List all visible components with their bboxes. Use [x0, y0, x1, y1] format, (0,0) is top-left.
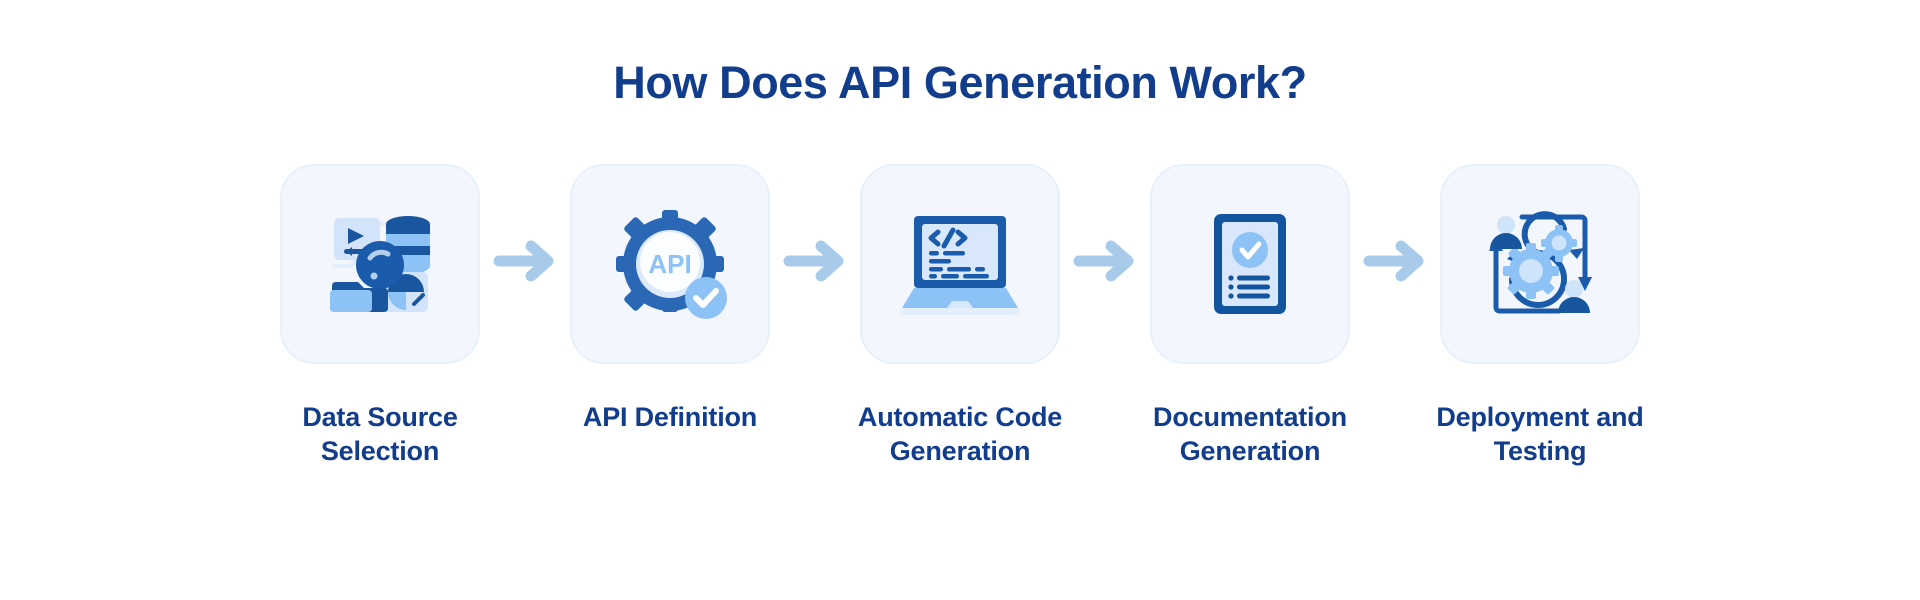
flow-step-documentation-generation[interactable]: Documentation Generation: [1150, 163, 1350, 469]
flow-connector-4: [1350, 164, 1440, 364]
flow-step-deployment-and-testing[interactable]: Deployment and Testing: [1436, 163, 1644, 469]
process-flow: Data Source Selection API API Definition…: [280, 163, 1644, 469]
flow-connector-3: [1060, 164, 1150, 364]
arrow-right-icon: [493, 237, 557, 290]
flow-connector-1: [480, 164, 570, 364]
flow-step-label-documentation-generation: Documentation Generation: [1153, 401, 1347, 467]
api-gear-label: API: [648, 249, 691, 279]
arrow-right-icon: [1073, 237, 1137, 290]
icon-card-data-source-selection[interactable]: [280, 163, 480, 364]
flow-step-label-api-definition: API Definition: [582, 401, 758, 432]
icon-card-automatic-code-generation[interactable]: [860, 163, 1060, 364]
devops-loop-icon: [1481, 207, 1599, 321]
icon-card-api-definition[interactable]: API: [570, 163, 770, 364]
icon-card-deployment-and-testing[interactable]: [1440, 163, 1640, 364]
data-source-selection-icon: [322, 206, 438, 322]
flow-step-label-data-source-selection: Data Source Selection: [302, 401, 458, 467]
infographic-root: How Does API Generation Work? Data Sourc…: [0, 0, 1920, 600]
flow-step-data-source-selection[interactable]: Data Source Selection: [280, 163, 480, 469]
flow-step-api-definition[interactable]: API API Definition: [570, 163, 770, 435]
flow-step-automatic-code-generation[interactable]: Automatic Code Generation: [858, 163, 1062, 469]
page-title: How Does API Generation Work?: [613, 57, 1307, 108]
laptop-code-icon: [898, 206, 1022, 322]
arrow-right-icon: [783, 237, 847, 290]
flow-step-label-automatic-code-generation: Automatic Code Generation: [857, 401, 1063, 467]
arrow-right-icon: [1363, 237, 1427, 290]
flow-connector-2: [770, 164, 860, 364]
flow-step-label-deployment-and-testing: Deployment and Testing: [1436, 401, 1644, 467]
icon-card-documentation-generation[interactable]: [1150, 163, 1350, 364]
api-gear-icon: API: [612, 206, 728, 322]
document-check-icon: [1200, 206, 1300, 322]
